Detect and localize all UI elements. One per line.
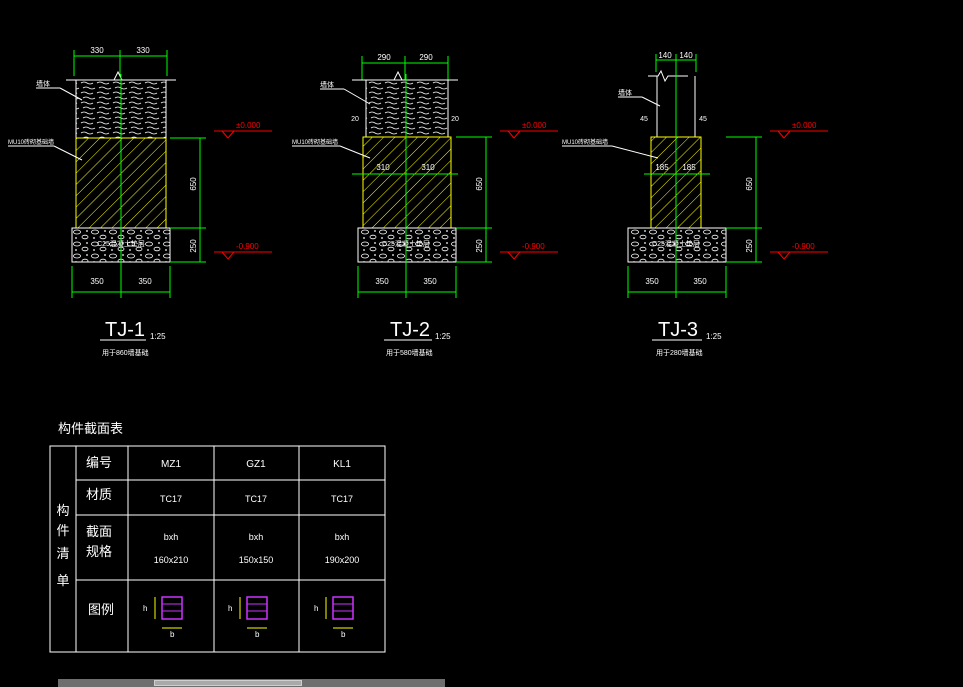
legend-gz1-h: h bbox=[228, 604, 232, 613]
tj2-offset-left: 20 bbox=[351, 116, 359, 123]
tj2-dim-650: 650 bbox=[475, 177, 484, 191]
detail-tj2: 290 290 310 310 20 20 650 250 350 350 墙体… bbox=[292, 53, 558, 357]
tj1-bot-dim-left: 350 bbox=[90, 277, 104, 286]
tj3-offset-left: 45 bbox=[640, 116, 648, 123]
tj3-top-dim-right: 140 bbox=[679, 51, 693, 60]
tj1-dim-650: 650 bbox=[189, 177, 198, 191]
col-gz1-material: TC17 bbox=[245, 494, 267, 504]
col-mz1-spec-head: bxh bbox=[164, 532, 179, 542]
tj2-dim-250: 250 bbox=[475, 239, 484, 253]
col-gz1-spec: 150x150 bbox=[239, 555, 274, 565]
tj2-bot-dim-left: 350 bbox=[375, 277, 389, 286]
col-kl1-material: TC17 bbox=[331, 494, 353, 504]
legend-mz1: h b bbox=[143, 596, 183, 639]
tj3-label-footing: C25混凝土垫层 bbox=[652, 239, 700, 248]
tj3-label-wall: 墙体 bbox=[618, 88, 632, 97]
tj3-title: TJ-3 bbox=[658, 319, 698, 341]
tj2-bot-dim-right: 350 bbox=[423, 277, 437, 286]
tj3-subtitle: 用于280墙基础 bbox=[656, 348, 703, 357]
tj2-label-masonry: MU10砖砌基础墙 bbox=[292, 138, 338, 146]
row-label-section: 截面 bbox=[86, 524, 112, 539]
col-mz1-spec: 160x210 bbox=[154, 555, 189, 565]
tj3-mid-dim-left: 185 bbox=[655, 163, 669, 172]
legend-mz1-h: h bbox=[143, 604, 147, 613]
legend-gz1: h b bbox=[228, 596, 268, 639]
tj3-bot-dim-left: 350 bbox=[645, 277, 659, 286]
cad-drawing-canvas[interactable]: 330 330 650 250 350 350 墙体 MU10砖砌基础墙 C25… bbox=[0, 0, 963, 687]
tj2-title: TJ-2 bbox=[390, 319, 430, 341]
detail-tj3: 140 140 185 185 45 45 650 250 350 350 墙体… bbox=[562, 51, 828, 357]
tj3-offset-right: 45 bbox=[699, 116, 707, 123]
tj3-elev-top: ±0.000 bbox=[792, 121, 817, 130]
row-label-id: 编号 bbox=[86, 455, 112, 470]
legend-gz1-b: b bbox=[255, 630, 260, 639]
tj1-label-wall: 墙体 bbox=[36, 79, 50, 88]
row-label-spec: 规格 bbox=[86, 544, 112, 559]
detail-tj1: 330 330 650 250 350 350 墙体 MU10砖砌基础墙 C25… bbox=[8, 46, 272, 357]
tj2-masonry-lower bbox=[362, 173, 452, 229]
scrollbar-thumb[interactable] bbox=[154, 680, 302, 686]
side-label-1: 构 bbox=[56, 503, 69, 518]
component-table: 构件截面表 构 件 清 单 编号 材质 截面 规格 图例 MZ1 TC17 bx… bbox=[49, 421, 386, 653]
tj2-label-wall: 墙体 bbox=[320, 80, 334, 89]
tj1-elev-bot: -0.900 bbox=[236, 242, 259, 251]
side-label-2: 件 bbox=[56, 523, 69, 538]
table-title: 构件截面表 bbox=[58, 421, 123, 436]
col-gz1-spec-head: bxh bbox=[249, 532, 264, 542]
tj2-offset-right: 20 bbox=[451, 116, 459, 123]
tj1-scale: 1:25 bbox=[150, 332, 166, 341]
tj1-bot-dim-right: 350 bbox=[138, 277, 152, 286]
tj2-mid-dim-left: 310 bbox=[376, 163, 390, 172]
tj1-top-dim-right: 330 bbox=[136, 46, 150, 55]
tj3-dim-650: 650 bbox=[745, 177, 754, 191]
legend-mz1-b: b bbox=[170, 630, 175, 639]
tj3-scale: 1:25 bbox=[706, 332, 722, 341]
tj2-label-footing: C25混凝土垫层 bbox=[382, 239, 430, 248]
tj2-top-dim-left: 290 bbox=[377, 53, 391, 62]
tj3-mid-dim-right: 185 bbox=[682, 163, 696, 172]
tj1-dim-250: 250 bbox=[189, 239, 198, 253]
tj1-top-dim-left: 330 bbox=[90, 46, 104, 55]
tj2-top-dim-right: 290 bbox=[419, 53, 433, 62]
col-kl1-spec: 190x200 bbox=[325, 555, 360, 565]
row-label-material: 材质 bbox=[86, 487, 112, 502]
col-gz1-id: GZ1 bbox=[246, 459, 266, 470]
tj2-scale: 1:25 bbox=[435, 332, 451, 341]
col-mz1-material: TC17 bbox=[160, 494, 182, 504]
legend-kl1: h b bbox=[314, 596, 354, 639]
tj2-elev-bot: -0.900 bbox=[522, 242, 545, 251]
tj3-dim-250: 250 bbox=[745, 239, 754, 253]
col-mz1-id: MZ1 bbox=[161, 459, 181, 470]
legend-kl1-h: h bbox=[314, 604, 318, 613]
tj3-bot-dim-right: 350 bbox=[693, 277, 707, 286]
row-label-legend: 图例 bbox=[88, 602, 114, 617]
tj1-label-masonry: MU10砖砌基础墙 bbox=[8, 138, 54, 146]
tj2-wall bbox=[365, 79, 449, 138]
tj1-elev-top: ±0.000 bbox=[236, 121, 261, 130]
side-label-4: 单 bbox=[56, 573, 69, 588]
tj3-top-dim-left: 140 bbox=[658, 51, 672, 60]
tj2-elev-top: ±0.000 bbox=[522, 121, 547, 130]
col-kl1-id: KL1 bbox=[333, 459, 351, 470]
side-label-3: 清 bbox=[56, 546, 69, 561]
tj1-subtitle: 用于860墙基础 bbox=[102, 348, 149, 357]
col-kl1-spec-head: bxh bbox=[335, 532, 350, 542]
tj1-label-footing: C25混凝土垫层 bbox=[97, 239, 145, 248]
horizontal-scrollbar[interactable] bbox=[58, 679, 445, 687]
tj1-title: TJ-1 bbox=[105, 319, 145, 341]
tj3-label-masonry: MU10砖砌基础墙 bbox=[562, 138, 608, 146]
legend-kl1-b: b bbox=[341, 630, 346, 639]
tj3-elev-bot: -0.900 bbox=[792, 242, 815, 251]
tj2-mid-dim-right: 310 bbox=[421, 163, 435, 172]
tj2-subtitle: 用于580墙基础 bbox=[386, 348, 433, 357]
